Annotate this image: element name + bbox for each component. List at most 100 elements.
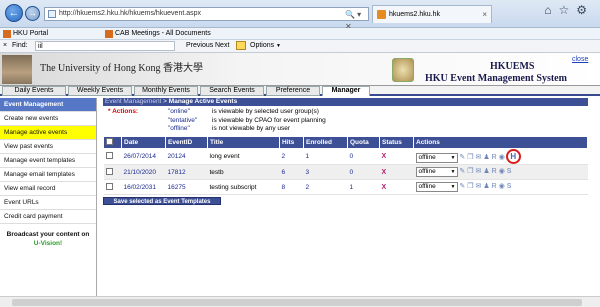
event-quota: 0: [347, 148, 380, 165]
event-hits[interactable]: 6: [279, 164, 304, 180]
favorite-label: HKU Portal: [13, 30, 49, 37]
sidebar-item-manage-active-events[interactable]: Manage active events: [0, 126, 96, 140]
favorite-cab-meetings[interactable]: CAB Meetings - All Documents: [104, 28, 211, 39]
system-full-title: HKU Event Management System: [425, 73, 567, 84]
tab-daily-events[interactable]: Daily Events: [2, 86, 66, 96]
uvision-link[interactable]: U-Vision!: [0, 239, 96, 248]
favorite-label: CAB Meetings - All Documents: [115, 30, 211, 37]
sidebar-item-credit-card-payment[interactable]: Credit card payment: [0, 210, 96, 224]
browser-icons[interactable]: ⌂☆⚙: [544, 3, 594, 17]
status-select[interactable]: offline ▼: [415, 182, 458, 192]
broadcast-promo[interactable]: Broadcast your content on U-Vision!: [0, 230, 96, 248]
column-header-enrolled[interactable]: Enrolled: [303, 136, 348, 149]
history-h-icon[interactable]: H: [505, 149, 521, 164]
row-checkbox[interactable]: [105, 167, 113, 175]
tab-weekly-events[interactable]: Weekly Events: [68, 86, 132, 96]
sidebar-item-manage-event-templates[interactable]: Manage event templates: [0, 154, 96, 168]
event-enrolled[interactable]: 3: [303, 164, 348, 180]
event-date[interactable]: 16/02/2031: [121, 179, 166, 195]
find-previous-button[interactable]: Previous: [186, 40, 213, 52]
tab-preference[interactable]: Preference: [266, 86, 320, 96]
close-find-icon[interactable]: ×: [3, 40, 7, 52]
status-select[interactable]: offline ▼: [415, 167, 458, 177]
options-dropdown-icon[interactable]: ▼: [276, 40, 281, 52]
column-header-status[interactable]: Status: [379, 136, 414, 149]
event-hits[interactable]: 2: [279, 148, 304, 165]
sidebar-item-manage-email-templates[interactable]: Manage email templates: [0, 168, 96, 182]
status-cell: X: [379, 179, 414, 195]
status-select-value: offline: [418, 168, 436, 175]
globe-icon[interactable]: ◉: [499, 153, 505, 161]
favorite-hku-portal[interactable]: HKU Portal: [2, 28, 48, 39]
address-bar[interactable]: http://hkuems2.hku.hk/hkuems/hkuevent.as…: [44, 7, 369, 31]
tab-monthly-events[interactable]: Monthly Events: [134, 86, 198, 96]
tab-search-events[interactable]: Search Events: [200, 86, 264, 96]
dollar-icon[interactable]: S: [507, 183, 512, 190]
event-date[interactable]: 26/07/2014: [121, 148, 166, 165]
tab-favicon-icon: [377, 10, 386, 19]
event-enrolled[interactable]: 1: [303, 148, 348, 165]
breadcrumb[interactable]: Event Management: [105, 98, 161, 105]
event-id[interactable]: 16275: [165, 179, 208, 195]
event-hits[interactable]: 8: [279, 179, 304, 195]
sidebar-header[interactable]: Event Management: [0, 98, 96, 112]
sidebar-item-event-urls[interactable]: Event URLs: [0, 196, 96, 210]
sidebar-item-create-new-events[interactable]: Create new events: [0, 112, 96, 126]
email-icon[interactable]: ✉: [475, 153, 481, 161]
report-icon[interactable]: R: [492, 168, 497, 175]
user-icon[interactable]: ♟: [483, 167, 489, 175]
university-name: The University of Hong Kong 香港大學: [40, 63, 204, 74]
copy-icon[interactable]: ❐: [467, 167, 473, 175]
close-link[interactable]: close: [572, 56, 588, 63]
save-as-template-button[interactable]: Save selected as Event Templates: [103, 197, 221, 205]
browser-tab[interactable]: hkuems2.hku.hk ×: [372, 5, 492, 23]
scrollbar-thumb[interactable]: [12, 299, 582, 306]
email-icon[interactable]: ✉: [475, 182, 481, 190]
edit-icon[interactable]: ✎: [459, 182, 465, 190]
event-date[interactable]: 21/10/2020: [121, 164, 166, 180]
copy-icon[interactable]: ❐: [467, 182, 473, 190]
report-icon[interactable]: R: [492, 154, 497, 161]
star-icon: ☆: [558, 3, 577, 17]
back-button[interactable]: ←: [5, 4, 23, 22]
column-header-date[interactable]: Date: [121, 136, 166, 149]
dollar-icon[interactable]: S: [507, 168, 512, 175]
row-checkbox[interactable]: [105, 152, 113, 159]
user-icon[interactable]: ♟: [483, 153, 489, 161]
event-id[interactable]: 17812: [165, 164, 208, 180]
tab-manager[interactable]: Manager: [322, 86, 370, 96]
highlight-icon[interactable]: [236, 41, 246, 50]
column-header-hits[interactable]: Hits: [279, 136, 304, 149]
find-input[interactable]: iil: [35, 41, 175, 51]
event-enrolled[interactable]: 2: [303, 179, 348, 195]
user-icon[interactable]: ♟: [483, 182, 489, 190]
sidebar-item-view-past-events[interactable]: View past events: [0, 140, 96, 154]
sidebar-item-view-email-record[interactable]: View email record: [0, 182, 96, 196]
actions-cell: offline ▼ ✎ ❐ ✉ ♟ R ◉ H: [413, 148, 588, 165]
email-icon[interactable]: ✉: [475, 167, 481, 175]
close-tab-icon[interactable]: ×: [482, 6, 487, 23]
report-icon[interactable]: R: [492, 183, 497, 190]
horizontal-scrollbar[interactable]: [0, 296, 600, 307]
column-header-title[interactable]: Title: [207, 136, 280, 149]
column-header-eventid[interactable]: EventID: [165, 136, 208, 149]
find-options-button[interactable]: Options: [250, 40, 274, 52]
edit-icon[interactable]: ✎: [459, 167, 465, 175]
globe-icon[interactable]: ◉: [499, 167, 505, 175]
status-select[interactable]: offline ▼: [415, 153, 458, 163]
favorites-bar: HKU Portal CAB Meetings - All Documents: [0, 28, 600, 40]
copy-icon[interactable]: ❐: [467, 153, 473, 161]
breadcrumb-separator: >: [161, 98, 169, 105]
table-row: 16/02/2031 16275 testing subscript 8 2 1…: [103, 179, 588, 195]
page-heading: Manage Active Events: [168, 98, 238, 105]
events-table: Date EventID Title Hits Enrolled Quota S…: [103, 136, 588, 195]
globe-icon[interactable]: ◉: [499, 182, 505, 190]
select-all-checkbox[interactable]: [106, 138, 113, 145]
row-checkbox[interactable]: [105, 182, 113, 190]
event-id[interactable]: 20124: [165, 148, 208, 165]
favorite-icon: [105, 30, 113, 38]
edit-icon[interactable]: ✎: [459, 153, 465, 161]
forward-button[interactable]: →: [25, 6, 40, 21]
column-header-quota[interactable]: Quota: [347, 136, 380, 149]
find-next-button[interactable]: Next: [215, 40, 229, 52]
